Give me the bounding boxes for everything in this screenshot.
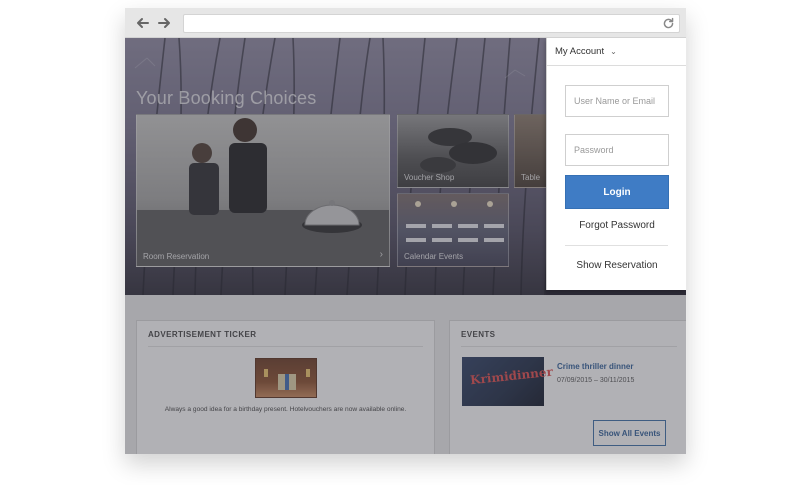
panel-heading: ADVERTISEMENT TICKER xyxy=(148,330,257,339)
browser-window: Your Booking Choices Room Reservation › xyxy=(125,8,686,454)
password-input[interactable] xyxy=(565,134,669,166)
divider xyxy=(565,245,668,246)
my-account-label: My Account xyxy=(555,46,605,57)
reception-photo xyxy=(137,118,389,266)
event-dates: 07/09/2015 – 30/11/2015 xyxy=(557,377,635,384)
address-bar[interactable] xyxy=(183,14,680,33)
my-account-menu[interactable]: My Account ⌄ xyxy=(547,38,686,66)
ad-text: Always a good idea for a birthday presen… xyxy=(164,406,407,413)
arrow-left-icon[interactable] xyxy=(135,15,151,31)
chevron-down-icon: ⌄ xyxy=(610,47,617,56)
tile-calendar-events[interactable]: Calendar Events xyxy=(397,193,509,267)
account-dropdown: My Account ⌄ Login Forgot Password Show … xyxy=(546,38,686,290)
chevron-right-icon: › xyxy=(379,249,383,260)
tile-label: Voucher Shop xyxy=(404,173,455,182)
event-image-text: Krimidinner xyxy=(469,364,554,388)
event-title-link[interactable]: Crime thriller dinner xyxy=(557,362,633,371)
show-reservation-link[interactable]: Show Reservation xyxy=(547,260,686,271)
tile-label: Calendar Events xyxy=(404,252,464,261)
divider xyxy=(461,346,677,347)
panel-heading: EVENTS xyxy=(461,330,496,339)
events-panel: EVENTS Krimidinner Crime thriller dinner… xyxy=(449,320,686,454)
event-image[interactable]: Krimidinner xyxy=(462,357,553,406)
advertisement-ticker-panel: ADVERTISEMENT TICKER Always a good idea … xyxy=(136,320,435,454)
hero-title: Your Booking Choices xyxy=(136,88,317,108)
tile-label: Room Reservation xyxy=(143,252,210,261)
arrow-right-icon[interactable] xyxy=(156,15,172,31)
gift-voucher-image[interactable] xyxy=(255,358,317,398)
tile-label: Table xyxy=(521,173,541,182)
content-area: ADVERTISEMENT TICKER Always a good idea … xyxy=(125,295,686,454)
page-viewport: Your Booking Choices Room Reservation › xyxy=(125,38,686,454)
show-all-events-button[interactable]: Show All Events xyxy=(593,420,666,446)
tile-voucher-shop[interactable]: Voucher Shop xyxy=(397,114,509,188)
divider xyxy=(148,346,423,347)
tile-room-reservation[interactable]: Room Reservation › xyxy=(136,114,390,267)
reload-icon[interactable] xyxy=(662,17,675,30)
forgot-password-link[interactable]: Forgot Password xyxy=(547,220,686,231)
browser-toolbar xyxy=(125,8,686,38)
username-input[interactable] xyxy=(565,85,669,117)
login-button[interactable]: Login xyxy=(565,175,669,209)
